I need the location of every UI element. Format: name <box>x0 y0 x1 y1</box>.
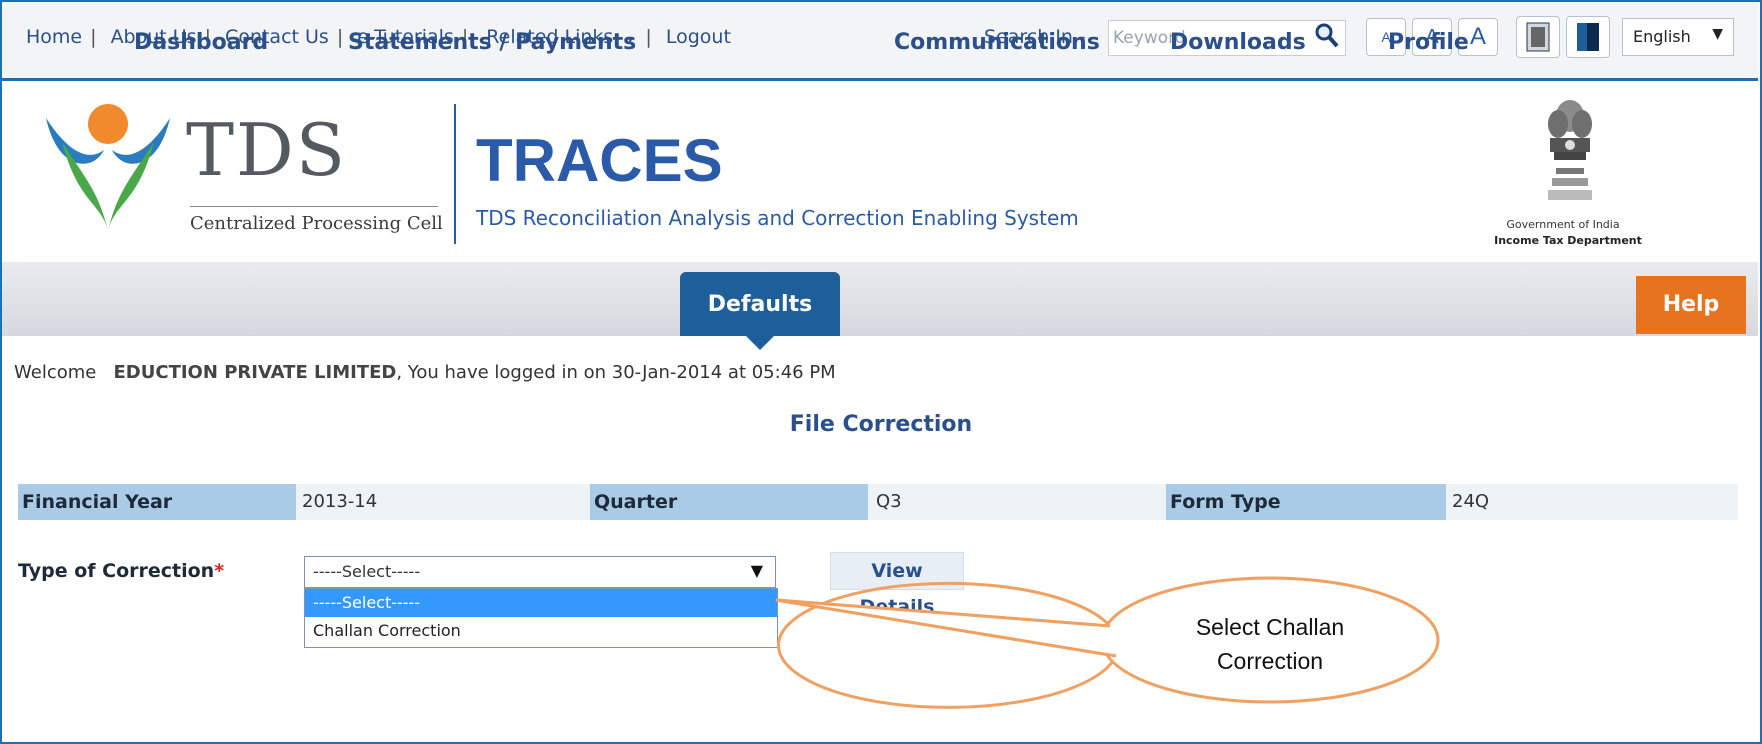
theme-icon[interactable] <box>1566 16 1610 58</box>
welcome-message: Welcome EDUCTION PRIVATE LIMITED, You ha… <box>14 362 836 383</box>
callout-text: Select Challan Correction <box>1195 614 1345 674</box>
logo-tds-text: TDS <box>186 108 348 192</box>
quarter-label: Quarter <box>590 484 868 520</box>
traces-subtitle: TDS Reconciliation Analysis and Correcti… <box>476 206 1079 230</box>
help-button[interactable]: Help <box>1636 276 1746 334</box>
dropdown-option-challan-correction[interactable]: Challan Correction <box>305 617 777 645</box>
language-value: English <box>1633 27 1691 46</box>
emblem-icon <box>1540 94 1600 218</box>
income-tax-dept-text: Income Tax Department <box>1494 234 1642 247</box>
type-of-correction-label: Type of Correction* <box>18 560 225 582</box>
main-nav <box>2 262 1758 336</box>
gov-india-text: Government of India <box>1506 218 1620 231</box>
active-tab-pointer <box>746 336 774 350</box>
file-correction-title: File Correction <box>789 412 973 437</box>
selected-value: -----Select----- <box>313 562 421 581</box>
nav-profile[interactable]: Profile <box>1388 30 1469 55</box>
logout-link[interactable]: Logout <box>666 26 731 48</box>
required-mark: * <box>214 560 225 582</box>
nav-defaults[interactable]: Defaults <box>680 292 840 317</box>
chevron-down-icon: ▼ <box>750 561 763 580</box>
page-title-traces: TRACES <box>476 127 723 194</box>
logo-subtitle: Centralized Processing Cell <box>190 206 443 234</box>
language-select[interactable]: English ▼ <box>1622 18 1734 56</box>
tds-logo-icon <box>38 102 178 236</box>
contrast-icon[interactable] <box>1516 16 1560 58</box>
search-icon[interactable] <box>1315 23 1339 55</box>
nav-statements-payments[interactable]: Statements / Payments <box>348 30 636 55</box>
caret-down-icon: ▼ <box>1712 26 1723 42</box>
nav-communications[interactable]: Communications <box>894 30 1100 55</box>
correction-dropdown-list: -----Select----- Challan Correction <box>304 588 778 648</box>
quarter-value: Q3 <box>876 491 902 512</box>
financial-year-label: Financial Year <box>18 484 296 520</box>
nav-dashboard[interactable]: Dashboard <box>134 30 268 55</box>
dropdown-option-select[interactable]: -----Select----- <box>305 589 777 617</box>
financial-year-value: 2013-14 <box>302 491 378 512</box>
form-type-value: 24Q <box>1452 491 1490 512</box>
nav-downloads[interactable]: Downloads <box>1170 30 1306 55</box>
type-of-correction-select[interactable]: -----Select----- ▼ <box>304 556 776 588</box>
header-divider <box>454 104 456 244</box>
form-type-label: Form Type <box>1166 484 1446 520</box>
company-name: EDUCTION PRIVATE LIMITED <box>113 362 397 383</box>
home-link[interactable]: Home <box>26 26 82 48</box>
